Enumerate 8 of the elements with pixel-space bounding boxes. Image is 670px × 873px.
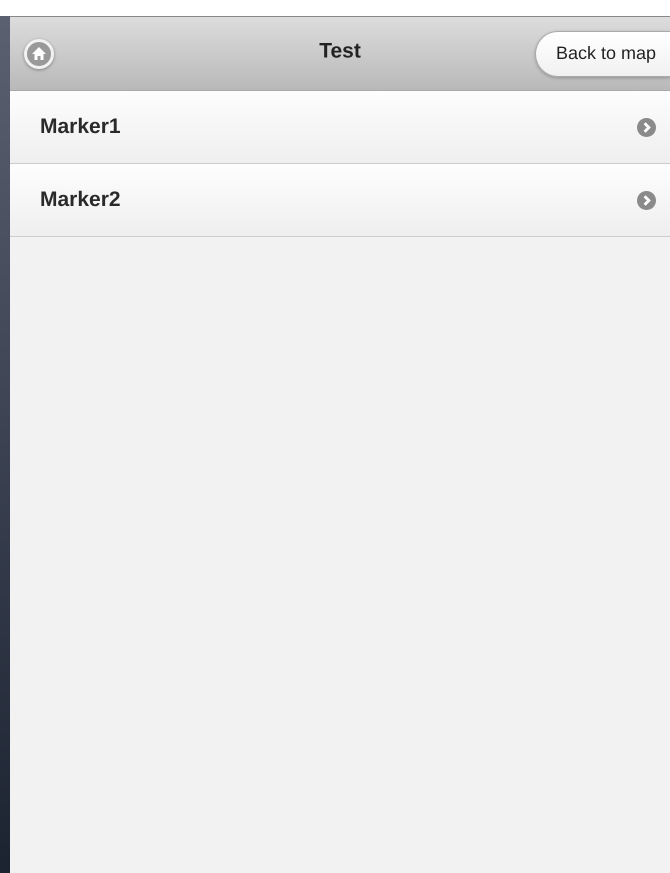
chevron-right-icon: [637, 118, 656, 136]
list-item[interactable]: Marker1: [10, 91, 670, 164]
home-button[interactable]: [24, 38, 54, 68]
home-icon: [31, 46, 47, 62]
chevron-right-icon: [637, 190, 656, 210]
list-item[interactable]: Marker2: [10, 164, 670, 237]
page-title: Test: [319, 39, 361, 62]
back-button[interactable]: Back to map: [534, 30, 670, 76]
